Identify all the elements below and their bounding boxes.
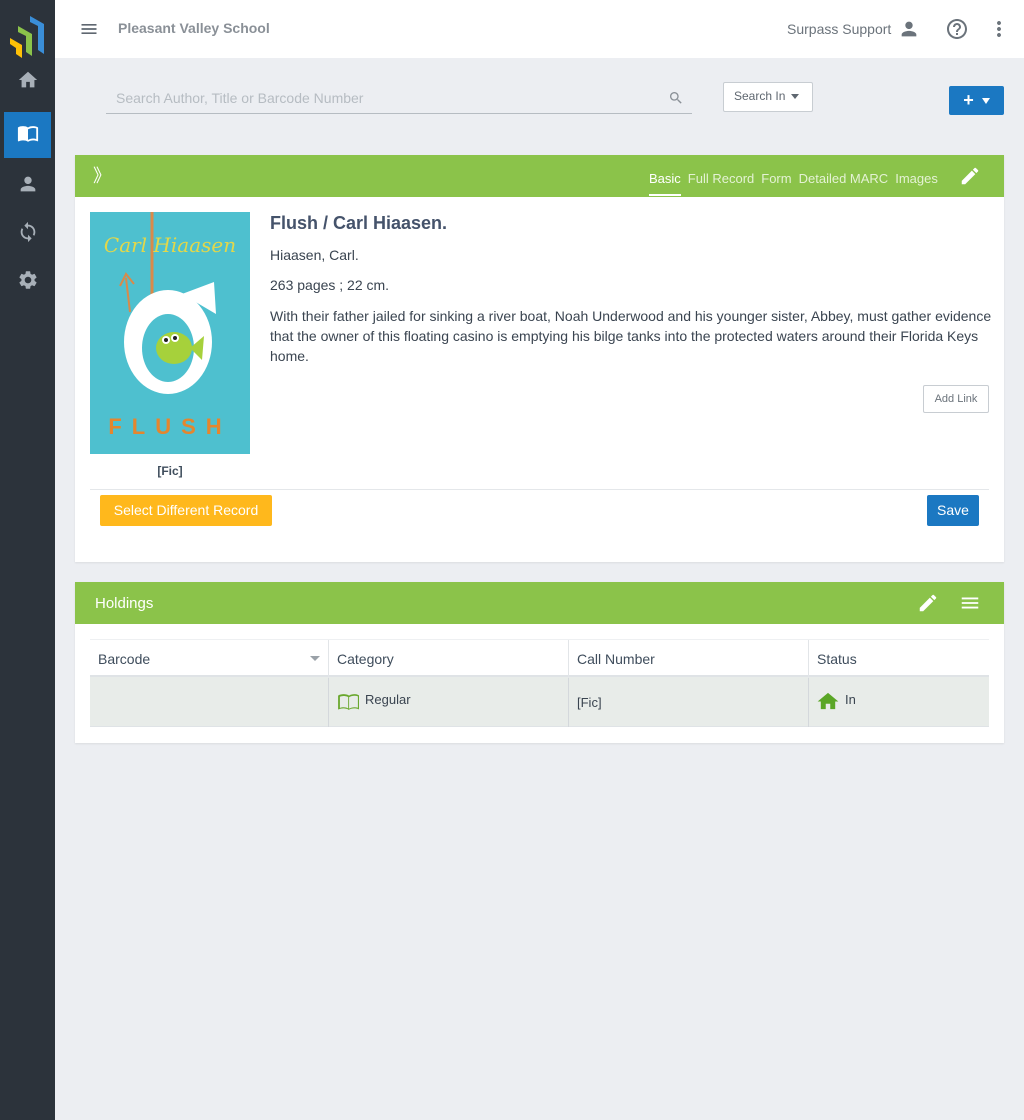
- tab-form[interactable]: Form: [761, 171, 791, 196]
- home-icon: [817, 692, 839, 713]
- record-card: 》 Basic Full Record Form Detailed MARC I…: [75, 155, 1004, 562]
- top-bar: Pleasant Valley School Surpass Support: [55, 0, 1024, 58]
- tab-images[interactable]: Images: [895, 171, 938, 196]
- expand-icon[interactable]: 》: [93, 167, 111, 185]
- tab-detailed-marc[interactable]: Detailed MARC: [799, 171, 889, 196]
- save-button[interactable]: Save: [927, 495, 979, 526]
- column-header-label: Call Number: [577, 651, 655, 667]
- nav-patrons[interactable]: [4, 163, 51, 209]
- more-vert-icon[interactable]: [987, 17, 1011, 41]
- book-icon: [17, 122, 39, 149]
- column-header-barcode[interactable]: Barcode: [90, 640, 329, 678]
- tab-full-record[interactable]: Full Record: [688, 171, 754, 196]
- menu-icon: [79, 24, 99, 43]
- school-name[interactable]: Pleasant Valley School: [118, 20, 270, 36]
- column-header-label: Barcode: [98, 651, 151, 667]
- holdings-title: Holdings: [95, 595, 154, 612]
- category-label: Regular: [365, 692, 411, 707]
- gear-icon: [17, 269, 39, 296]
- sync-icon: [17, 221, 39, 248]
- book-cover: Carl Hiaasen FLUSH: [90, 212, 250, 454]
- divider: [90, 489, 989, 490]
- status-label: In: [845, 692, 856, 707]
- cell-category: Regular: [329, 677, 569, 727]
- holdings-header-bar: Holdings: [75, 582, 1004, 624]
- search-icon[interactable]: [668, 90, 684, 106]
- record-summary: With their father jailed for sinking a r…: [270, 308, 992, 364]
- record-tabs: Basic Full Record Form Detailed MARC Ima…: [649, 171, 938, 196]
- cell-call-number: [Fic]: [569, 677, 809, 727]
- column-header-category[interactable]: Category: [329, 640, 569, 678]
- chevron-down-icon: [981, 97, 990, 104]
- book-icon: [337, 692, 360, 713]
- cover-author-text: Carl Hiaasen: [104, 233, 236, 257]
- holdings-table: Barcode Category Call Number Status Regu…: [90, 639, 989, 727]
- edit-icon[interactable]: [917, 592, 939, 614]
- sort-down-icon[interactable]: [310, 656, 320, 661]
- tab-basic[interactable]: Basic: [649, 171, 681, 196]
- menu-button[interactable]: [79, 19, 99, 39]
- column-header-call-number[interactable]: Call Number: [569, 640, 809, 678]
- record-pages: 263 pages ; 22 cm.: [270, 277, 390, 293]
- sidebar: [0, 0, 55, 1120]
- nav-catalog[interactable]: [4, 112, 51, 158]
- nav-circulation[interactable]: [4, 211, 51, 257]
- holdings-card: Holdings Barcode Category Call Number St…: [75, 582, 1004, 743]
- search-in-dropdown[interactable]: Search In: [723, 82, 813, 112]
- column-header-label: Category: [337, 651, 394, 667]
- add-label: +: [963, 90, 974, 110]
- list-menu-icon[interactable]: [959, 592, 981, 614]
- table-header: Barcode Category Call Number Status: [90, 639, 989, 678]
- search-in-label: Search In: [734, 89, 786, 103]
- add-button[interactable]: +: [949, 86, 1004, 115]
- search-bar: [106, 82, 692, 114]
- chevron-down-icon: [791, 94, 800, 100]
- home-icon: [17, 69, 39, 96]
- column-header-status[interactable]: Status: [809, 640, 989, 678]
- cover-title-text: FLUSH: [108, 414, 231, 439]
- cell-barcode: [90, 677, 329, 727]
- help-icon[interactable]: [945, 17, 969, 41]
- call-number-label: [Fic]: [577, 695, 602, 710]
- add-link-button[interactable]: Add Link: [923, 385, 989, 413]
- user-name[interactable]: Surpass Support: [787, 21, 891, 37]
- nav-settings[interactable]: [4, 259, 51, 305]
- select-different-record-button[interactable]: Select Different Record: [100, 495, 272, 526]
- person-icon: [17, 173, 39, 200]
- column-header-label: Status: [817, 651, 857, 667]
- account-icon[interactable]: [898, 18, 920, 40]
- nav-home[interactable]: [4, 59, 51, 105]
- record-author: Hiaasen, Carl.: [270, 247, 359, 263]
- search-input[interactable]: [106, 82, 656, 113]
- edit-icon[interactable]: [959, 165, 981, 187]
- record-title: Flush / Carl Hiaasen.: [270, 213, 448, 233]
- cover-call-number: [Fic]: [157, 464, 183, 478]
- cell-status: In: [809, 677, 989, 727]
- app-logo[interactable]: [8, 14, 48, 58]
- record-header-bar: 》 Basic Full Record Form Detailed MARC I…: [75, 155, 1004, 197]
- table-row[interactable]: Regular [Fic] In: [90, 677, 989, 727]
